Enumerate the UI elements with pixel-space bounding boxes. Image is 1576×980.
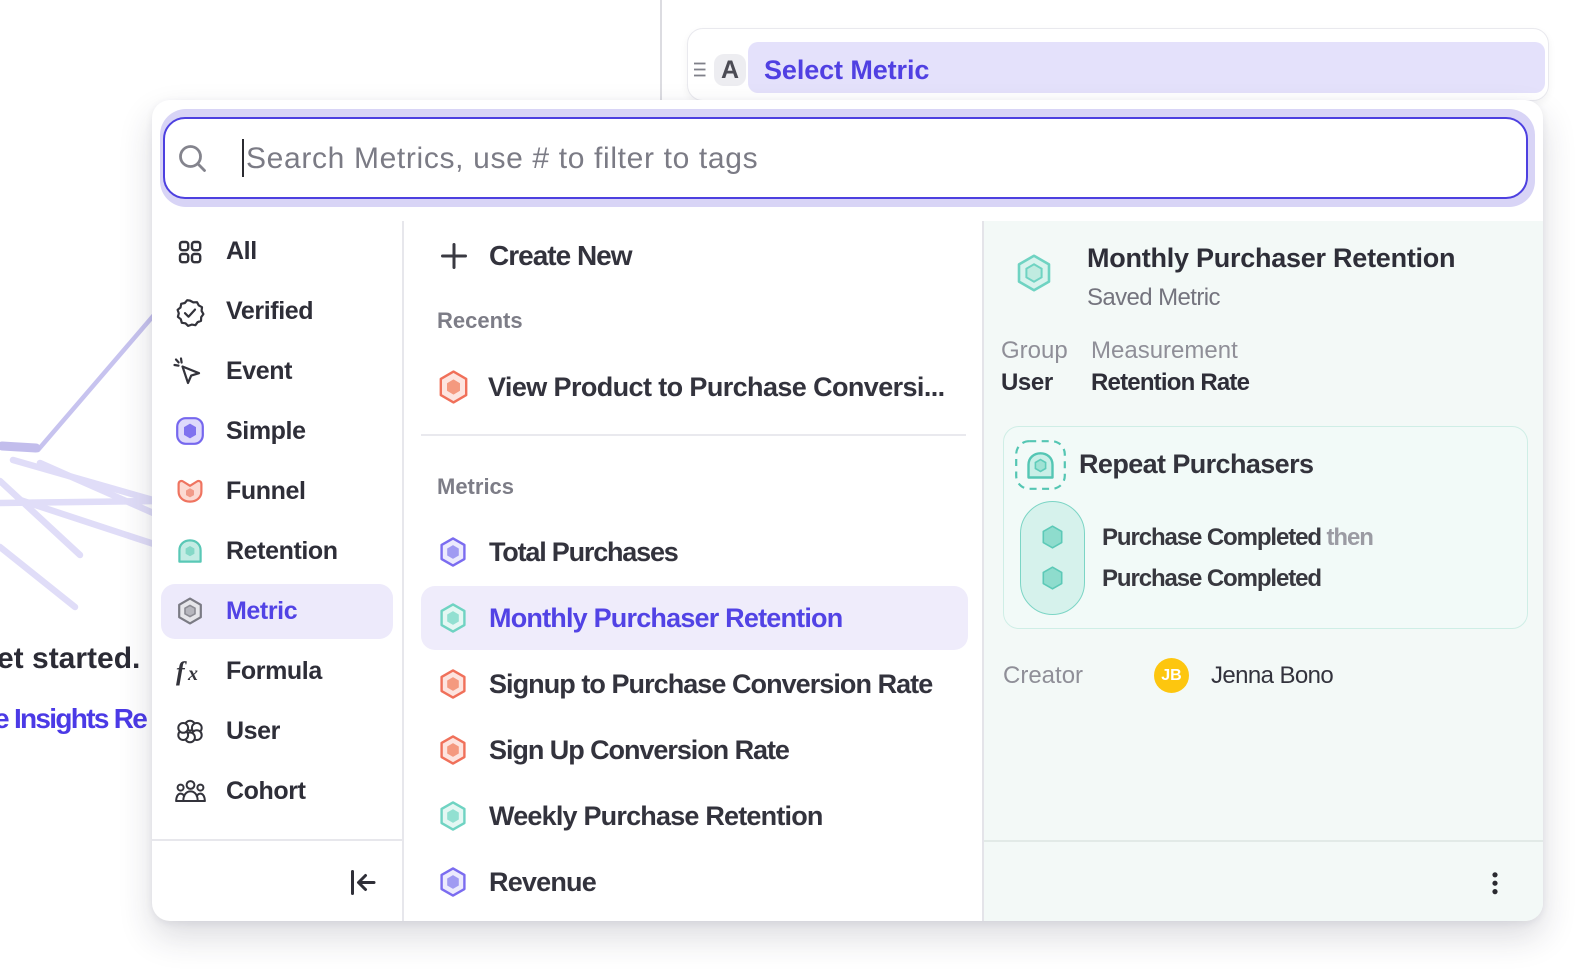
svg-text:x: x [187,663,198,685]
svg-text:f: f [176,657,187,686]
